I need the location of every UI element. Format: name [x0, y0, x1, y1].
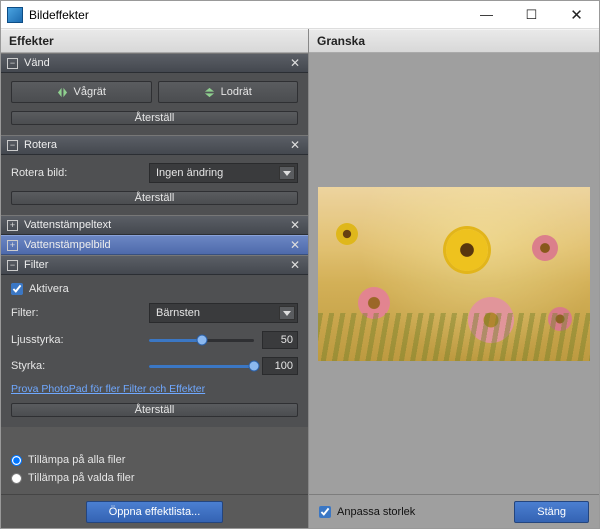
- apply-all-radio[interactable]: Tillämpa på alla filer: [11, 454, 298, 466]
- apply-scope: Tillämpa på alla filer Tillämpa på valda…: [1, 442, 308, 494]
- collapse-icon: −: [7, 260, 18, 271]
- chevron-down-icon: [279, 166, 295, 180]
- chevron-down-icon: [279, 306, 295, 320]
- flip-vertical-icon: [204, 87, 215, 98]
- titlebar: Bildeffekter — ☐ ✕: [1, 1, 599, 29]
- section-flip-close-icon[interactable]: ✕: [288, 56, 302, 70]
- rotate-select[interactable]: Ingen ändring: [149, 163, 298, 183]
- collapse-icon: −: [7, 58, 18, 69]
- app-icon: [7, 7, 23, 23]
- expand-icon: +: [7, 240, 18, 251]
- section-rotate-header[interactable]: − Rotera ✕: [1, 135, 308, 155]
- filter-reset-button[interactable]: Återställ: [11, 403, 298, 417]
- collapse-icon: −: [7, 140, 18, 151]
- fit-checkbox-input[interactable]: [319, 506, 331, 518]
- filter-enable-checkbox[interactable]: Aktivera: [11, 283, 298, 295]
- rotate-label: Rotera bild:: [11, 167, 141, 179]
- brightness-slider[interactable]: [149, 332, 254, 348]
- flip-vertical-button[interactable]: Lodrät: [158, 81, 299, 103]
- filter-enable-label: Aktivera: [29, 283, 69, 295]
- expand-icon: +: [7, 220, 18, 231]
- flip-horizontal-icon: [57, 87, 68, 98]
- filter-select-value: Bärnsten: [156, 307, 200, 319]
- strength-slider[interactable]: [149, 358, 254, 374]
- filter-reset-label: Återställ: [135, 404, 175, 416]
- section-flip-header[interactable]: − Vänd ✕: [1, 53, 308, 73]
- flip-horizontal-label: Vågrät: [74, 86, 106, 98]
- strength-value[interactable]: 100: [262, 357, 298, 375]
- rotate-reset-label: Återställ: [135, 192, 175, 204]
- fit-checkbox[interactable]: Anpassa storlek: [319, 506, 415, 518]
- preview-area: [309, 53, 599, 494]
- preview-header: Granska: [309, 29, 599, 53]
- section-filter-body: Aktivera Filter: Bärnsten Ljusstyrka:: [1, 275, 308, 427]
- brightness-value[interactable]: 50: [262, 331, 298, 349]
- rotate-select-value: Ingen ändring: [156, 167, 223, 179]
- apply-selected-radio[interactable]: Tillämpa på valda filer: [11, 472, 298, 484]
- preview-panel: Granska Anpassa storl: [308, 29, 599, 528]
- section-watermark-text-title: Vattenstämpeltext: [24, 219, 288, 231]
- close-dialog-label: Stäng: [537, 506, 566, 518]
- effects-header: Effekter: [1, 29, 308, 53]
- strength-label: Styrka:: [11, 360, 141, 372]
- filter-select-label: Filter:: [11, 307, 141, 319]
- maximize-button[interactable]: ☐: [509, 1, 554, 29]
- filter-select[interactable]: Bärnsten: [149, 303, 298, 323]
- section-rotate-title: Rotera: [24, 139, 288, 151]
- close-dialog-button[interactable]: Stäng: [514, 501, 589, 523]
- section-watermark-image-header[interactable]: + Vattenstämpelbild ✕: [1, 235, 308, 255]
- apply-all-label: Tillämpa på alla filer: [28, 454, 125, 466]
- section-rotate-close-icon[interactable]: ✕: [288, 138, 302, 152]
- section-flip-body: Vågrät Lodrät Återställ: [1, 73, 308, 135]
- preview-image: [318, 187, 590, 361]
- section-flip-title: Vänd: [24, 57, 288, 69]
- section-watermark-image-title: Vattenstämpelbild: [24, 239, 288, 251]
- effects-panel: Effekter − Vänd ✕ Vågrät Lo: [1, 29, 308, 528]
- brightness-label: Ljusstyrka:: [11, 334, 141, 346]
- left-spacer: [1, 427, 308, 442]
- left-footer: Öppna effektlista...: [1, 494, 308, 528]
- section-filter-close-icon[interactable]: ✕: [288, 258, 302, 272]
- photopad-link[interactable]: Prova PhotoPad för fler Filter och Effek…: [11, 383, 298, 395]
- filter-enable-input[interactable]: [11, 283, 23, 295]
- section-watermark-text-close-icon[interactable]: ✕: [288, 218, 302, 232]
- flip-reset-label: Återställ: [135, 112, 175, 124]
- section-watermark-text-header[interactable]: + Vattenstämpeltext ✕: [1, 215, 308, 235]
- section-rotate-body: Rotera bild: Ingen ändring Återställ: [1, 155, 308, 215]
- flip-horizontal-button[interactable]: Vågrät: [11, 81, 152, 103]
- flip-reset-button[interactable]: Återställ: [11, 111, 298, 125]
- section-filter-title: Filter: [24, 259, 288, 271]
- window: Bildeffekter — ☐ ✕ Effekter − Vänd ✕: [0, 0, 600, 529]
- window-title: Bildeffekter: [29, 8, 89, 22]
- fit-label: Anpassa storlek: [337, 506, 415, 518]
- open-effect-list-button[interactable]: Öppna effektlista...: [86, 501, 224, 523]
- apply-selected-label: Tillämpa på valda filer: [28, 472, 135, 484]
- rotate-reset-button[interactable]: Återställ: [11, 191, 298, 205]
- open-effect-list-label: Öppna effektlista...: [109, 506, 201, 518]
- preview-footer: Anpassa storlek Stäng: [309, 494, 599, 528]
- flip-vertical-label: Lodrät: [221, 86, 252, 98]
- section-filter-header[interactable]: − Filter ✕: [1, 255, 308, 275]
- section-watermark-image-close-icon[interactable]: ✕: [288, 238, 302, 252]
- minimize-button[interactable]: —: [464, 1, 509, 29]
- close-button[interactable]: ✕: [554, 1, 599, 29]
